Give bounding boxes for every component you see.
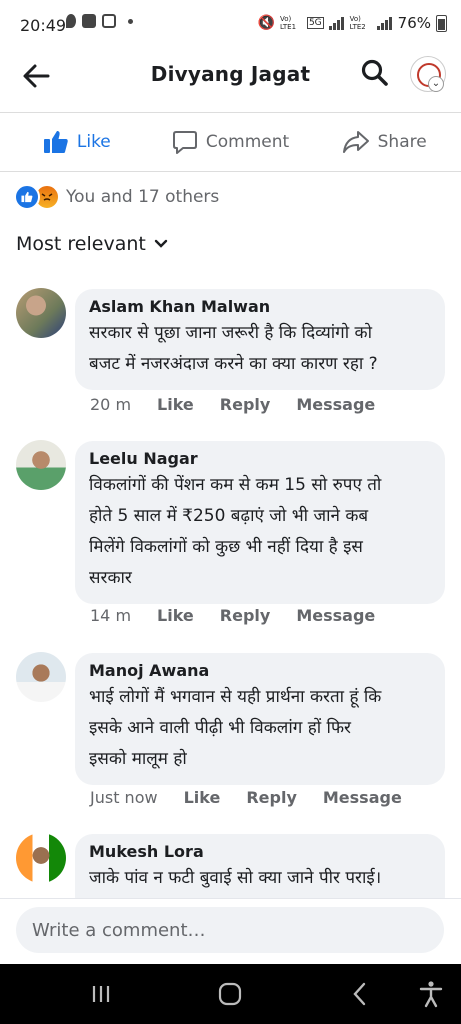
battery-icon [436, 14, 447, 32]
notification-icons [66, 14, 133, 28]
comment-reply-button[interactable]: Reply [246, 788, 297, 807]
avatar[interactable] [16, 288, 66, 338]
comment-meta: 14 m Like Reply Message [90, 606, 375, 625]
post-actions: Like Comment Share [0, 113, 461, 171]
comment-text: जाके पांव न फटी बुवाई सो क्या जाने पीर प… [89, 863, 431, 894]
comment-line: इसके आने वाली पीढ़ी भी विकलांग हों फिर [89, 718, 352, 738]
instagram-icon [102, 14, 116, 28]
comment-bubble[interactable]: Manoj Awana भाई लोगों मैं भगवान से यही प… [75, 653, 445, 785]
comment-reply-button[interactable]: Reply [220, 606, 271, 625]
comment-line: होते 5 साल में ₹250 बढ़ाएं जो भी जाने कब [89, 506, 369, 526]
sort-label: Most relevant [16, 233, 146, 255]
comment-time: Just now [90, 788, 158, 807]
thumbs-up-icon [43, 131, 68, 153]
reactions-summary[interactable]: You and 17 others [14, 184, 219, 210]
carrier2-label: Vo) LTE2 [349, 15, 366, 31]
comment-line: बजट में नजरअंदाज करने का क्या कारण रहा ? [89, 354, 378, 374]
comment-line: विकलांगों की पेंशन कम से कम 15 सो रुपए त… [89, 475, 382, 495]
comment-like-button[interactable]: Like [157, 395, 194, 414]
comment-composer [0, 898, 461, 965]
comment-bubble[interactable]: Leelu Nagar विकलांगों की पेंशन कम से कम … [75, 441, 445, 604]
like-button[interactable]: Like [0, 113, 154, 171]
comment-bubble[interactable]: Mukesh Lora जाके पांव न फटी बुवाई सो क्य… [75, 834, 445, 898]
comment-line: जाके पांव न फटी बुवाई सो क्या जाने पीर प… [89, 868, 382, 888]
comment-icon [172, 131, 197, 154]
comment-time: 20 m [90, 395, 132, 414]
comment-meta: 20 m Like Reply Message [90, 395, 375, 414]
location-icon [66, 14, 76, 28]
comment-label: Comment [205, 132, 290, 152]
comment-button[interactable]: Comment [154, 113, 308, 171]
reactions-text: You and 17 others [66, 187, 220, 207]
share-button[interactable]: Share [307, 113, 461, 171]
chevron-down-icon[interactable]: ⌄ [428, 76, 444, 92]
mute-icon: 🔇 [257, 15, 275, 31]
status-bar: 20:49 🔇 Vo) LTE1 5G Vo) LTE2 76% [0, 0, 461, 52]
comment-line: भाई लोगों मैं भगवान से यही प्रार्थना करत… [89, 687, 382, 707]
share-icon [342, 131, 369, 153]
comment-text: सरकार से पूछा जाना जरूरी है कि दिव्यांगो… [89, 318, 431, 380]
comment-input[interactable] [16, 907, 444, 953]
search-icon[interactable] [360, 58, 390, 88]
home-icon[interactable] [215, 979, 245, 1009]
comment-item: Mukesh Lora जाके पांव न फटी बुवाई सो क्य… [0, 833, 461, 898]
accessibility-icon[interactable] [416, 979, 446, 1009]
comment-like-button[interactable]: Like [184, 788, 221, 807]
comment-message-button[interactable]: Message [296, 395, 375, 414]
comment-text: भाई लोगों मैं भगवान से यही प्रार्थना करत… [89, 682, 431, 775]
avatar[interactable] [16, 652, 66, 702]
divider [0, 171, 461, 172]
comment-line: सरकार से पूछा जाना जरूरी है कि दिव्यांगो… [89, 323, 373, 343]
comment-line: सरकार [89, 568, 132, 588]
comment-reply-button[interactable]: Reply [220, 395, 271, 414]
signal2-icon [376, 16, 393, 30]
avatar[interactable] [16, 833, 66, 883]
commenter-name[interactable]: Aslam Khan Malwan [89, 297, 431, 316]
back-nav-icon[interactable] [345, 979, 375, 1009]
page-title: Divyang Jagat [150, 62, 311, 86]
comment-message-button[interactable]: Message [323, 788, 402, 807]
commenter-name[interactable]: Manoj Awana [89, 661, 431, 680]
recent-apps-icon[interactable] [86, 979, 116, 1009]
status-time: 20:49 [20, 16, 67, 35]
comment-text: विकलांगों की पेंशन कम से कम 15 सो रुपए त… [89, 470, 431, 594]
comment-line: इसको मालूम हो [89, 749, 187, 769]
like-label: Like [76, 132, 111, 152]
signal1-icon [328, 16, 345, 30]
sort-dropdown[interactable]: Most relevant [16, 233, 168, 255]
share-label: Share [377, 132, 427, 152]
app-header: Divyang Jagat ⌄ [0, 52, 461, 112]
gallery-icon [82, 14, 96, 28]
avatar[interactable] [16, 440, 66, 490]
status-right: 🔇 Vo) LTE1 5G Vo) LTE2 76% [258, 14, 447, 32]
carrier1-label: Vo) LTE1 [279, 15, 297, 31]
comment-line: मिलेंगे विकलांगों को कुछ भी नहीं दिया है… [89, 537, 363, 557]
comment-message-button[interactable]: Message [296, 606, 375, 625]
comment-meta: Just now Like Reply Message [90, 788, 402, 807]
more-notifications-icon [128, 18, 133, 24]
network-label: 5G [306, 17, 324, 29]
commenter-name[interactable]: Leelu Nagar [89, 449, 431, 468]
like-reaction-icon [14, 184, 40, 210]
battery-label: 76% [397, 14, 431, 32]
comment-like-button[interactable]: Like [157, 606, 194, 625]
comment-time: 14 m [90, 606, 132, 625]
commenter-name[interactable]: Mukesh Lora [89, 842, 431, 861]
comment-bubble[interactable]: Aslam Khan Malwan सरकार से पूछा जाना जरू… [75, 289, 445, 390]
chevron-down-icon [154, 239, 168, 248]
system-nav-bar [0, 964, 461, 1024]
